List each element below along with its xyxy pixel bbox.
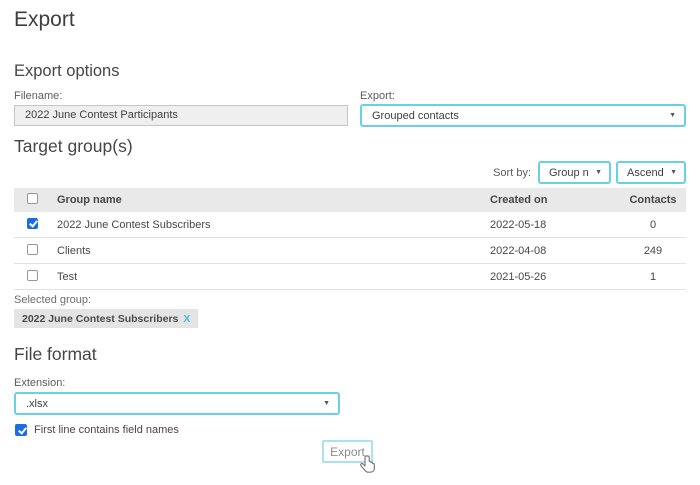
sort-controls: Sort by: Group name ▼ Ascending ▼ (493, 161, 686, 184)
table-row: Clients 2022-04-08 249 (14, 238, 686, 264)
column-header-created-on: Created on (490, 194, 620, 206)
contacts-cell: 0 (620, 219, 686, 231)
export-type-label: Export: (360, 90, 395, 102)
first-line-checkbox-label: First line contains field names (34, 424, 179, 436)
export-type-select[interactable]: Grouped contacts ▼ (360, 104, 686, 127)
target-groups-heading: Target group(s) (14, 136, 133, 157)
sort-by-label: Sort by: (493, 167, 531, 179)
extension-select[interactable]: .xlsx ▼ (14, 392, 340, 415)
group-name-cell: Test (57, 271, 490, 283)
extension-value: .xlsx (26, 398, 317, 410)
sort-field-value: Group name (549, 167, 589, 179)
first-line-checkbox[interactable] (15, 424, 27, 436)
selected-group-tag: 2022 June Contest Subscribers X (14, 309, 198, 328)
created-on-cell: 2022-05-18 (490, 219, 620, 231)
sort-direction-select[interactable]: Ascending ▼ (616, 161, 686, 184)
group-name-cell: 2022 June Contest Subscribers (57, 219, 490, 231)
selected-group-label: Selected group: (14, 294, 91, 306)
contacts-cell: 249 (620, 245, 686, 257)
page-title: Export (14, 8, 75, 32)
file-format-heading: File format (14, 344, 97, 365)
remove-tag-icon[interactable]: X (183, 313, 190, 325)
chevron-down-icon: ▼ (595, 169, 602, 176)
row-checkbox[interactable] (27, 218, 38, 229)
export-options-heading: Export options (14, 62, 119, 81)
select-all-checkbox[interactable] (27, 193, 38, 204)
sort-direction-value: Ascending (627, 167, 664, 179)
sort-field-select[interactable]: Group name ▼ (538, 161, 611, 184)
groups-table: Group name Created on Contacts 2022 June… (14, 188, 686, 290)
export-type-value: Grouped contacts (372, 110, 663, 122)
chevron-down-icon: ▼ (669, 112, 676, 119)
row-checkbox[interactable] (27, 270, 38, 281)
table-row: 2022 June Contest Subscribers 2022-05-18… (14, 212, 686, 238)
filename-input[interactable]: 2022 June Contest Participants (14, 105, 348, 126)
contacts-cell: 1 (620, 271, 686, 283)
chevron-down-icon: ▼ (670, 169, 677, 176)
chevron-down-icon: ▼ (323, 400, 330, 407)
table-row: Test 2021-05-26 1 (14, 264, 686, 290)
created-on-cell: 2021-05-26 (490, 271, 620, 283)
selected-group-tag-text: 2022 June Contest Subscribers (22, 313, 178, 325)
column-header-contacts: Contacts (620, 194, 686, 206)
filename-label: Filename: (14, 90, 62, 102)
column-header-group-name: Group name (57, 194, 490, 206)
created-on-cell: 2022-04-08 (490, 245, 620, 257)
cursor-pointer-icon (358, 454, 378, 481)
extension-label: Extension: (14, 377, 65, 389)
group-name-cell: Clients (57, 245, 490, 257)
row-checkbox[interactable] (27, 244, 38, 255)
first-line-option[interactable]: First line contains field names (15, 424, 179, 436)
groups-table-header: Group name Created on Contacts (14, 188, 686, 212)
export-page: Export Export options Filename: 2022 Jun… (0, 0, 700, 485)
